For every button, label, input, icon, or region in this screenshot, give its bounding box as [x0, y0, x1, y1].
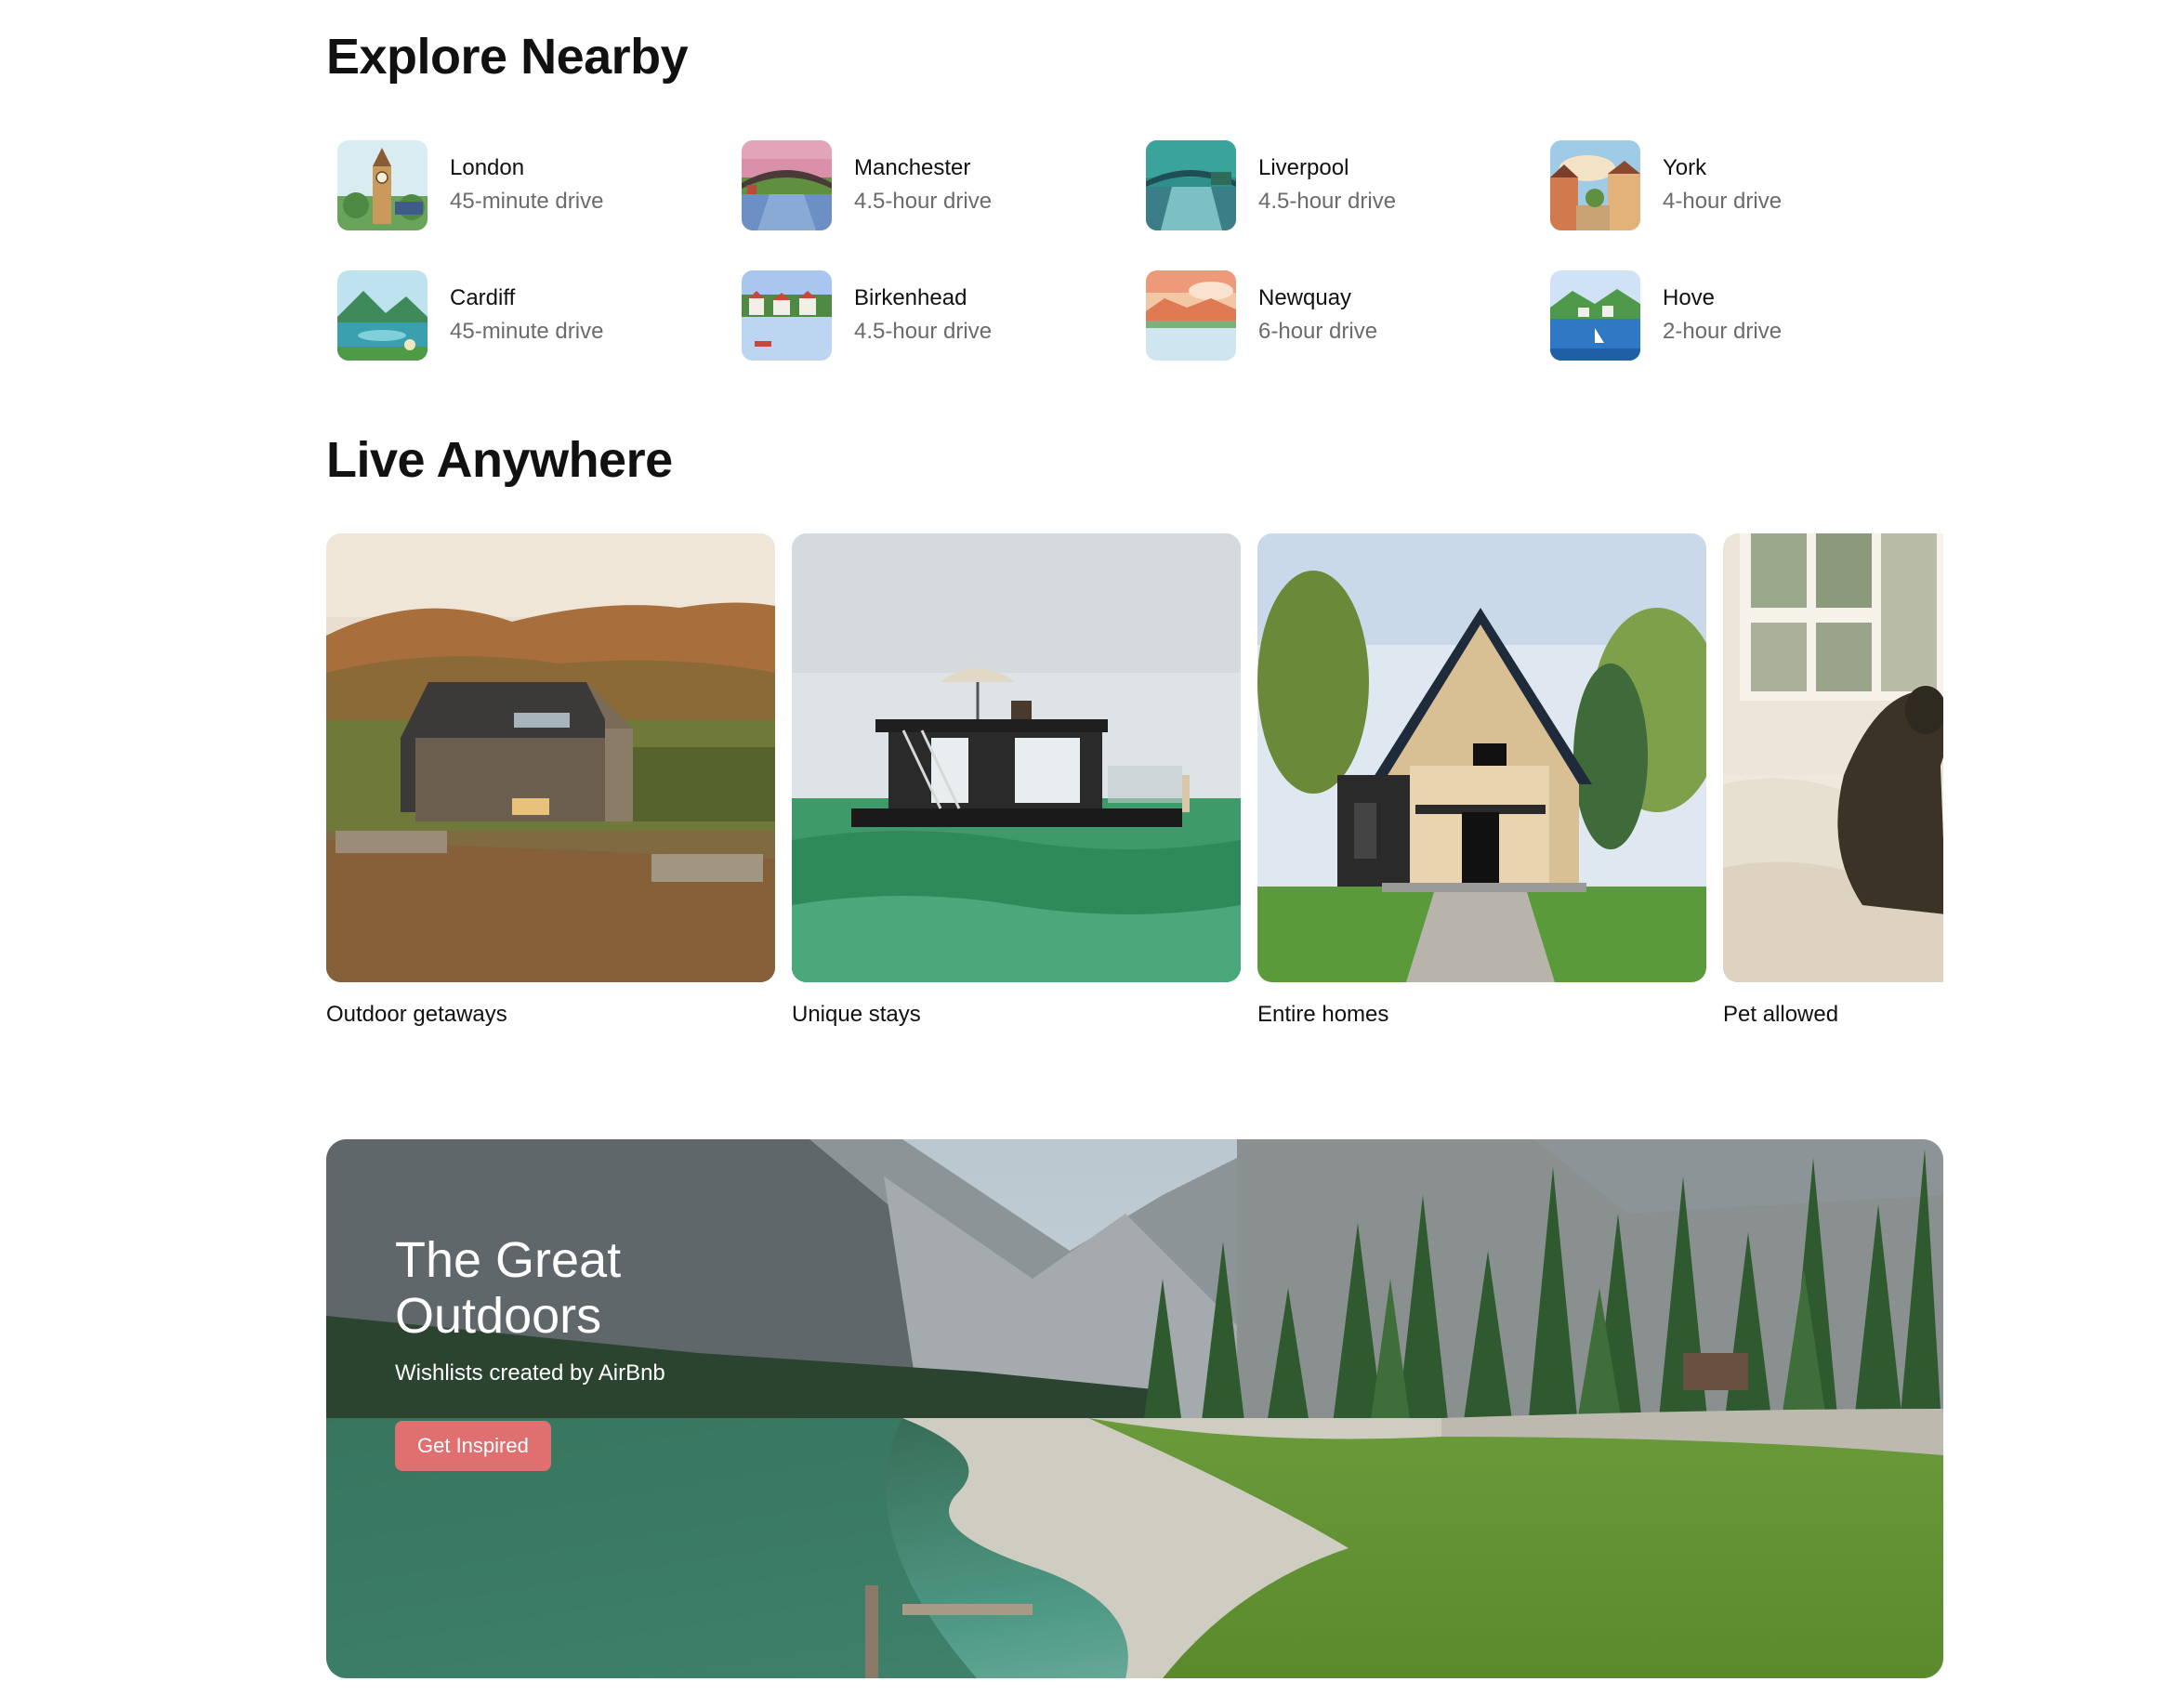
nearby-item-birkenhead[interactable]: Birkenhead 4.5-hour drive	[730, 268, 1135, 362]
nearby-city-name: London	[450, 155, 525, 180]
nearby-drive-time: 2-hour drive	[1663, 319, 1783, 344]
nearby-item-hove[interactable]: Hove 2-hour drive	[1539, 268, 1943, 362]
coast-sunset-illustration-icon	[1146, 269, 1236, 361]
live-card-entire-homes[interactable]: Entire homes	[1257, 533, 1706, 1029]
banner-subtitle: Wishlists created by AirBnb	[395, 1360, 665, 1386]
live-card-label: Entire homes	[1257, 1002, 1389, 1027]
nearby-drive-time: 4.5-hour drive	[1258, 189, 1397, 214]
town-street-illustration-icon	[1550, 139, 1640, 230]
nearby-city-name: Newquay	[1258, 285, 1352, 310]
live-card-outdoor-getaways[interactable]: Outdoor getaways	[326, 533, 775, 1029]
harbor-houses-illustration-icon	[742, 269, 832, 361]
great-outdoors-banner: The Great Outdoors Wishlists created by …	[326, 1139, 1943, 1678]
seaside-town-illustration-icon	[1550, 269, 1640, 361]
houseboat-photo	[792, 533, 1241, 982]
big-ben-illustration-icon	[337, 139, 428, 230]
live-card-pet-allowed[interactable]: Pet allowed	[1723, 533, 1943, 1029]
explore-nearby-title: Explore Nearby	[326, 29, 689, 85]
nearby-drive-time: 4.5-hour drive	[854, 319, 993, 344]
nearby-drive-time: 4.5-hour drive	[854, 189, 993, 214]
nearby-drive-time: 45-minute drive	[450, 319, 604, 344]
aframe-house-photo	[1257, 533, 1706, 982]
lake-mountains-illustration-icon	[337, 269, 428, 361]
bridge-river-illustration-icon	[1146, 139, 1236, 230]
nearby-drive-time: 4-hour drive	[1663, 189, 1783, 214]
cabin-photo	[326, 533, 775, 982]
nearby-city-name: York	[1663, 155, 1707, 180]
explore-nearby-grid: London 45-minute drive Manchester 4.5-ho…	[326, 138, 1943, 398]
nearby-city-name: Manchester	[854, 155, 971, 180]
live-card-label: Outdoor getaways	[326, 1002, 507, 1027]
nearby-drive-time: 6-hour drive	[1258, 319, 1378, 344]
nearby-city-name: Hove	[1663, 285, 1716, 310]
live-card-label: Pet allowed	[1723, 1002, 1839, 1027]
nearby-item-newquay[interactable]: Newquay 6-hour drive	[1135, 268, 1539, 362]
nearby-city-name: Birkenhead	[854, 285, 967, 310]
nearby-item-york[interactable]: York 4-hour drive	[1539, 138, 1943, 232]
get-inspired-button[interactable]: Get Inspired	[395, 1421, 551, 1471]
nearby-item-liverpool[interactable]: Liverpool 4.5-hour drive	[1135, 138, 1539, 232]
live-card-label: Unique stays	[792, 1002, 921, 1027]
nearby-item-cardiff[interactable]: Cardiff 45-minute drive	[326, 268, 730, 362]
nearby-item-london[interactable]: London 45-minute drive	[326, 138, 730, 232]
dog-on-bed-photo	[1723, 533, 1943, 982]
nearby-city-name: Cardiff	[450, 285, 516, 310]
nearby-city-name: Liverpool	[1258, 155, 1349, 180]
nearby-item-manchester[interactable]: Manchester 4.5-hour drive	[730, 138, 1135, 232]
banner-title: The Great Outdoors	[395, 1232, 622, 1344]
live-anywhere-title: Live Anywhere	[326, 432, 673, 488]
nearby-drive-time: 45-minute drive	[450, 189, 604, 214]
live-card-unique-stays[interactable]: Unique stays	[792, 533, 1241, 1029]
live-anywhere-carousel: Outdoor getaways Unique stays Entire hom…	[326, 533, 1943, 1035]
bridge-canal-illustration-icon	[742, 139, 832, 230]
lake-forest-photo	[326, 1139, 1943, 1678]
